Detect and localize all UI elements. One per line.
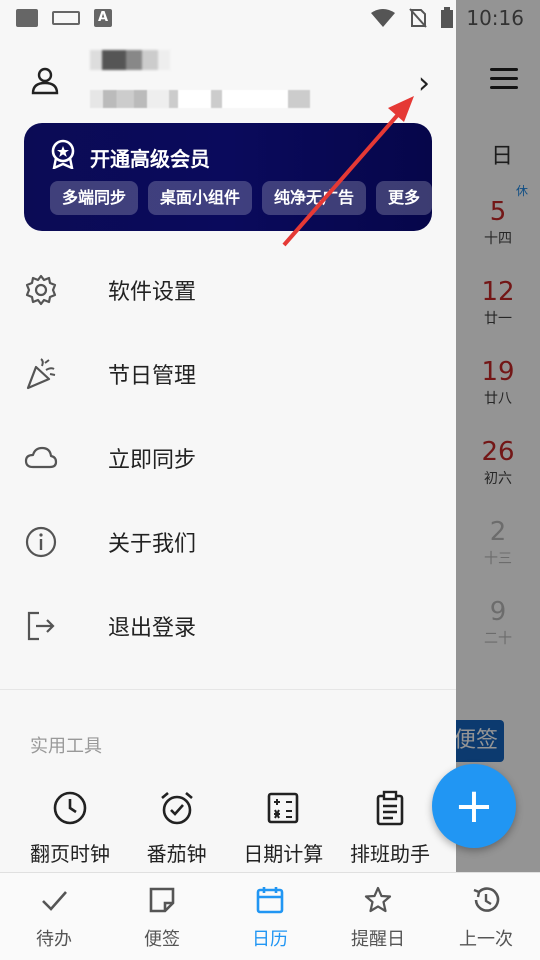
menu-item-label: 关于我们 (108, 532, 197, 557)
calendar-icon (256, 887, 284, 914)
status-bar: A 10:16 (0, 0, 540, 36)
tool-label: 翻页时钟 (30, 842, 110, 866)
tab-notes[interactable]: 便签 (108, 873, 216, 960)
tab-reminders[interactable]: 提醒日 (324, 873, 432, 960)
logout-icon (27, 611, 55, 641)
add-button[interactable]: + (432, 764, 516, 848)
wifi-icon (371, 9, 396, 27)
vip-tag: 多端同步 (50, 181, 139, 215)
drawer-scrim[interactable] (456, 0, 540, 872)
tab-calendar[interactable]: 日历 (216, 873, 324, 960)
history-icon (473, 887, 500, 912)
tab-label: 上一次 (459, 929, 513, 950)
navigation-drawer: › 开通高级会员 多端同步 桌面小组件 纯净无广告 更多 软件设置 节日管理 立… (0, 0, 456, 872)
user-icon (31, 67, 59, 95)
chevron-right-icon[interactable]: › (418, 66, 430, 101)
tool-label: 排班助手 (349, 842, 430, 866)
vip-membership-card[interactable]: 开通高级会员 多端同步 桌面小组件 纯净无广告 更多 (24, 123, 432, 231)
divider (0, 689, 456, 690)
vip-title: 开通高级会员 (90, 147, 210, 171)
tab-label: 待办 (36, 929, 72, 950)
redacted-username (90, 50, 170, 70)
redacted-user-id (90, 90, 310, 108)
menu-item-label: 软件设置 (108, 280, 197, 305)
tool-flip-clock[interactable]: 翻页时钟 (20, 790, 120, 867)
calculator-icon (268, 792, 299, 824)
tab-todo[interactable]: 待办 (0, 873, 108, 960)
keyboard-icon (52, 11, 80, 25)
tools-grid: 翻页时钟 番茄钟 日期计算 排班助手 (20, 790, 440, 867)
vip-tag: 更多 (376, 181, 432, 215)
image-notification-icon (16, 9, 38, 27)
check-icon (42, 891, 67, 911)
tool-date-calc[interactable]: 日期计算 (233, 790, 333, 867)
tab-label: 便签 (144, 929, 180, 950)
menu-item-about[interactable]: 关于我们 (0, 500, 456, 584)
tab-last-time[interactable]: 上一次 (432, 873, 540, 960)
info-icon (25, 526, 57, 558)
app-notification-icon: A (94, 9, 112, 27)
bottom-navigation: 待办 便签 日历 提醒日 上一次 (0, 872, 540, 960)
tool-label: 日期计算 (243, 842, 324, 866)
vip-feature-tags: 多端同步 桌面小组件 纯净无广告 更多 (50, 181, 432, 215)
alarm-clock-icon (160, 792, 193, 825)
tab-label: 日历 (252, 929, 288, 950)
no-sim-icon (409, 8, 428, 28)
tool-shift-helper[interactable]: 排班助手 (340, 790, 440, 867)
vip-tag: 纯净无广告 (262, 181, 367, 215)
clipboard-icon (376, 790, 404, 826)
star-icon (364, 886, 392, 913)
cloud-icon (24, 446, 58, 469)
tab-label: 提醒日 (351, 929, 405, 950)
user-profile[interactable]: › (0, 40, 456, 120)
menu-item-label: 节日管理 (108, 364, 197, 389)
note-icon (149, 887, 175, 913)
menu-item-label: 退出登录 (108, 616, 197, 641)
vip-tag: 桌面小组件 (148, 181, 253, 215)
menu-item-settings[interactable]: 软件设置 (0, 248, 456, 332)
menu-item-logout[interactable]: 退出登录 (0, 584, 456, 668)
battery-icon (441, 7, 454, 28)
menu-item-holidays[interactable]: 节日管理 (0, 332, 456, 416)
vip-badge-icon (51, 139, 75, 169)
tool-pomodoro[interactable]: 番茄钟 (127, 790, 227, 867)
menu-item-sync[interactable]: 立即同步 (0, 416, 456, 500)
menu-item-label: 立即同步 (108, 448, 197, 473)
gear-icon (25, 274, 57, 306)
clock-icon (53, 791, 87, 825)
drawer-menu: 软件设置 节日管理 立即同步 关于我们 退出登录 (0, 248, 456, 668)
tools-section-title: 实用工具 (30, 736, 102, 757)
party-popper-icon (26, 358, 56, 390)
tool-label: 番茄钟 (146, 842, 207, 866)
status-time: 10:16 (466, 6, 524, 30)
